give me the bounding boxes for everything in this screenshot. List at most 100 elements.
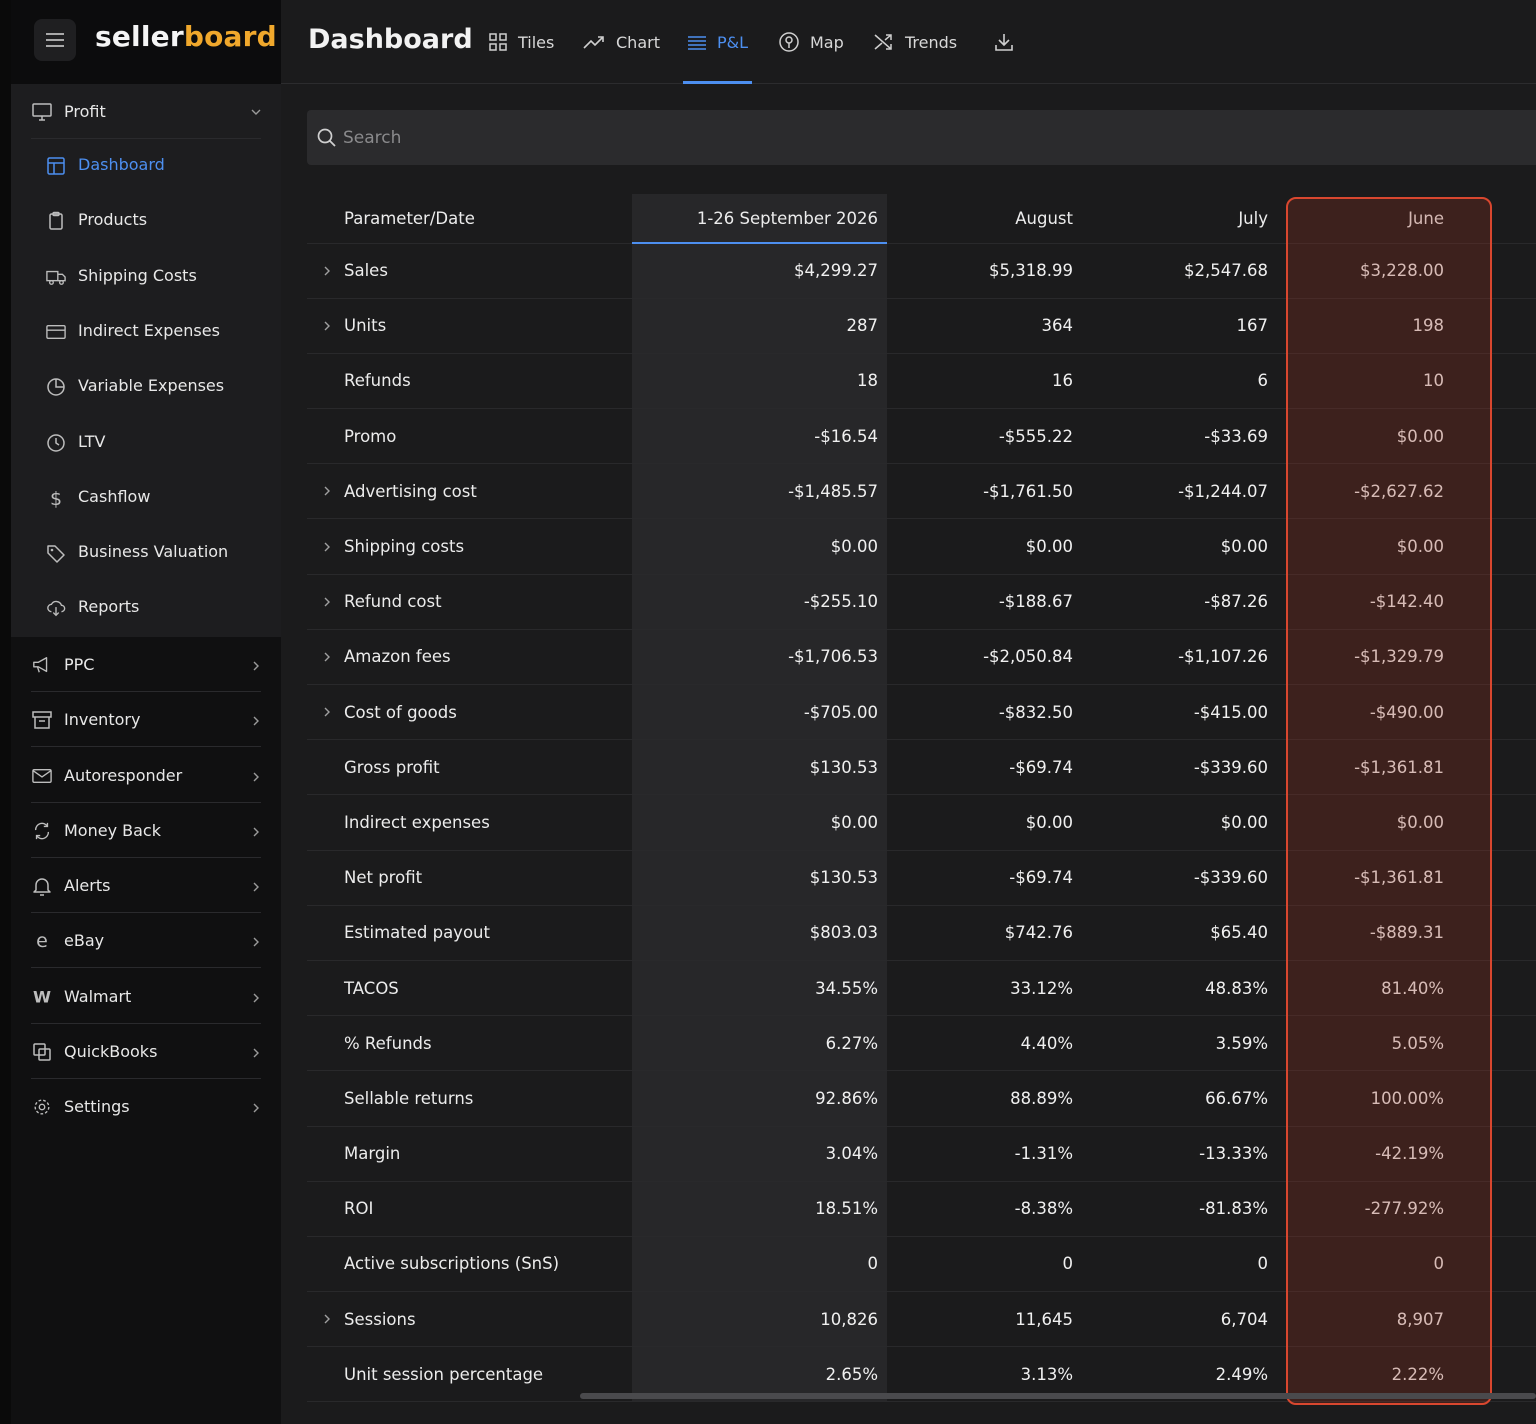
table-row[interactable]: Sessions 10,826 11,645 6,704 8,907 xyxy=(307,1291,1536,1348)
cell-july: $0.00 xyxy=(1082,794,1277,851)
column-header-july[interactable]: July xyxy=(1082,194,1277,244)
sidebar-item-variable-expenses[interactable]: Variable Expenses xyxy=(11,360,281,415)
row-label-text: Gross profit xyxy=(344,757,440,777)
sidebar-item-alerts[interactable]: Alerts xyxy=(11,858,281,913)
sidebar-item-label: Profit xyxy=(64,102,106,121)
row-label-sales[interactable]: Sales xyxy=(307,243,632,299)
sidebar-item-shipping-costs[interactable]: Shipping Costs xyxy=(11,250,281,305)
column-header-august[interactable]: August xyxy=(887,194,1082,244)
logo-part-seller: seller xyxy=(95,20,184,53)
cell-june: 198 xyxy=(1277,298,1472,354)
chevron-right-icon[interactable] xyxy=(321,596,333,608)
chevron-right-icon[interactable] xyxy=(321,706,333,718)
cell-august: $0.00 xyxy=(887,794,1082,851)
sidebar-item-quickbooks[interactable]: QuickBooks xyxy=(11,1024,281,1079)
row-label-indirect-expenses: Indirect expenses xyxy=(307,794,632,851)
row-label-text: Unit session percentage xyxy=(344,1364,544,1384)
table-row[interactable]: Advertising cost -$1,485.57 -$1,761.50 -$1,… xyxy=(307,463,1536,520)
sidebar-item-business-valuation[interactable]: Business Valuation xyxy=(11,526,281,581)
chevron-right-icon[interactable] xyxy=(321,320,333,332)
horizontal-scrollbar[interactable] xyxy=(580,1393,1536,1399)
sidebar-item-money-back[interactable]: Money Back xyxy=(11,803,281,858)
cell-august: -$188.67 xyxy=(887,574,1082,630)
sidebar-item-settings[interactable]: Settings xyxy=(11,1079,281,1134)
tag-icon xyxy=(46,543,66,563)
row-label-refund-cost[interactable]: Refund cost xyxy=(307,574,632,630)
row-label-units[interactable]: Units xyxy=(307,298,632,354)
table-row[interactable]: Sales $4,299.27 $5,318.99 $2,547.68 $3,228.0… xyxy=(307,243,1536,299)
sidebar-item-products[interactable]: Products xyxy=(11,194,281,249)
sidebar-item-ebay[interactable]: e eBay xyxy=(11,913,281,969)
cell-august: 364 xyxy=(887,298,1082,354)
table-row[interactable]: Shipping costs $0.00 $0.00 $0.00 $0.00 xyxy=(307,518,1536,575)
row-label-active-subscriptions-sns: Active subscriptions (SnS) xyxy=(307,1236,632,1293)
table-row[interactable]: Units 287 364 167 198 xyxy=(307,298,1536,354)
tab-pl[interactable]: P&L xyxy=(683,0,753,84)
chevron-right-icon[interactable] xyxy=(321,651,333,663)
tab-map[interactable]: Map xyxy=(778,0,844,84)
cell-next xyxy=(1472,629,1536,686)
row-label-sessions[interactable]: Sessions xyxy=(307,1291,632,1348)
sidebar-item-ppc[interactable]: PPC xyxy=(11,637,281,692)
cell-june: $3,228.00 xyxy=(1277,243,1472,299)
cell-next xyxy=(1472,739,1536,796)
sellerboard-logo[interactable]: sellerboard xyxy=(95,20,277,53)
cell-july: -$339.60 xyxy=(1082,850,1277,906)
cell-june: -$490.00 xyxy=(1277,684,1472,741)
search-bar xyxy=(307,110,1536,165)
chevron-right-icon[interactable] xyxy=(321,485,333,497)
sidebar-item-indirect-expenses[interactable]: Indirect Expenses xyxy=(11,305,281,360)
sidebar-item-label: Alerts xyxy=(64,876,111,895)
cell-july: 167 xyxy=(1082,298,1277,354)
sidebar-item-walmart[interactable]: W Walmart xyxy=(11,969,281,1024)
row-label-text: Refunds xyxy=(344,371,411,391)
column-header-parameter[interactable]: Parameter/Date xyxy=(307,194,632,244)
table-row[interactable]: Cost of goods -$705.00 -$832.50 -$415.00 -$4… xyxy=(307,684,1536,741)
sidebar-item-profit[interactable]: Profit xyxy=(11,84,281,139)
pl-table: Parameter/Date 1-26 September 2026 Augus… xyxy=(307,194,1536,1403)
sidebar-item-dashboard[interactable]: Dashboard xyxy=(11,139,281,194)
sidebar-item-inventory[interactable]: Inventory xyxy=(11,692,281,748)
row-label-text: Advertising cost xyxy=(344,481,477,501)
download-button[interactable] xyxy=(993,0,1015,84)
sidebar-item-autoresponder[interactable]: Autoresponder xyxy=(11,748,281,803)
cell-august: $0.00 xyxy=(887,518,1082,575)
row-label-amazon-fees[interactable]: Amazon fees xyxy=(307,629,632,686)
list-icon xyxy=(688,36,706,50)
chevron-right-icon[interactable] xyxy=(321,541,333,553)
column-header-june[interactable]: June xyxy=(1277,194,1472,244)
tab-tiles[interactable]: Tiles xyxy=(488,0,554,84)
row-label-text: Amazon fees xyxy=(344,647,451,667)
chevron-right-icon xyxy=(249,990,263,1004)
sidebar-item-cashflow[interactable]: $ Cashflow xyxy=(11,471,281,526)
cell-july: 6,704 xyxy=(1082,1291,1277,1348)
table-row[interactable]: Amazon fees -$1,706.53 -$2,050.84 -$1,107.2… xyxy=(307,629,1536,686)
chevron-right-icon[interactable] xyxy=(321,265,333,277)
row-label-advertising-cost[interactable]: Advertising cost xyxy=(307,463,632,520)
sidebar: sellerboard Profit Dashboard Products Ship… xyxy=(0,0,281,1424)
table-row[interactable]: Refund cost -$255.10 -$188.67 -$87.26 -$142.… xyxy=(307,574,1536,630)
sidebar-item-ltv[interactable]: LTV xyxy=(11,416,281,471)
row-label-shipping-costs[interactable]: Shipping costs xyxy=(307,518,632,575)
sidebar-item-label: Settings xyxy=(64,1097,130,1116)
search-input[interactable] xyxy=(343,110,1493,165)
table-row: ROI 18.51% -8.38% -81.83% -277.92% xyxy=(307,1181,1536,1237)
sidebar-item-label: Variable Expenses xyxy=(78,376,225,396)
cell-august: 11,645 xyxy=(887,1291,1082,1348)
column-header-current-period[interactable]: 1-26 September 2026 xyxy=(632,194,887,244)
menu-toggle-button[interactable] xyxy=(34,19,76,61)
gear-icon xyxy=(32,1097,52,1117)
row-label-cost-of-goods[interactable]: Cost of goods xyxy=(307,684,632,741)
tab-trends[interactable]: Trends xyxy=(873,0,957,84)
sidebar-item-reports[interactable]: Reports xyxy=(11,581,281,636)
chevron-right-icon xyxy=(249,1045,263,1059)
table-row: Sellable returns 92.86% 88.89% 66.67% 100.00… xyxy=(307,1070,1536,1127)
table-row: Estimated payout $803.03 $742.76 $65.40 -$88… xyxy=(307,905,1536,961)
sidebar-item-label: PPC xyxy=(64,655,95,674)
tab-label: Map xyxy=(810,32,844,52)
chevron-right-icon[interactable] xyxy=(321,1313,333,1325)
cell-next xyxy=(1472,574,1536,630)
cell-july: 48.83% xyxy=(1082,960,1277,1017)
tab-chart[interactable]: Chart xyxy=(582,0,660,84)
cell-july: 0 xyxy=(1082,1236,1277,1293)
